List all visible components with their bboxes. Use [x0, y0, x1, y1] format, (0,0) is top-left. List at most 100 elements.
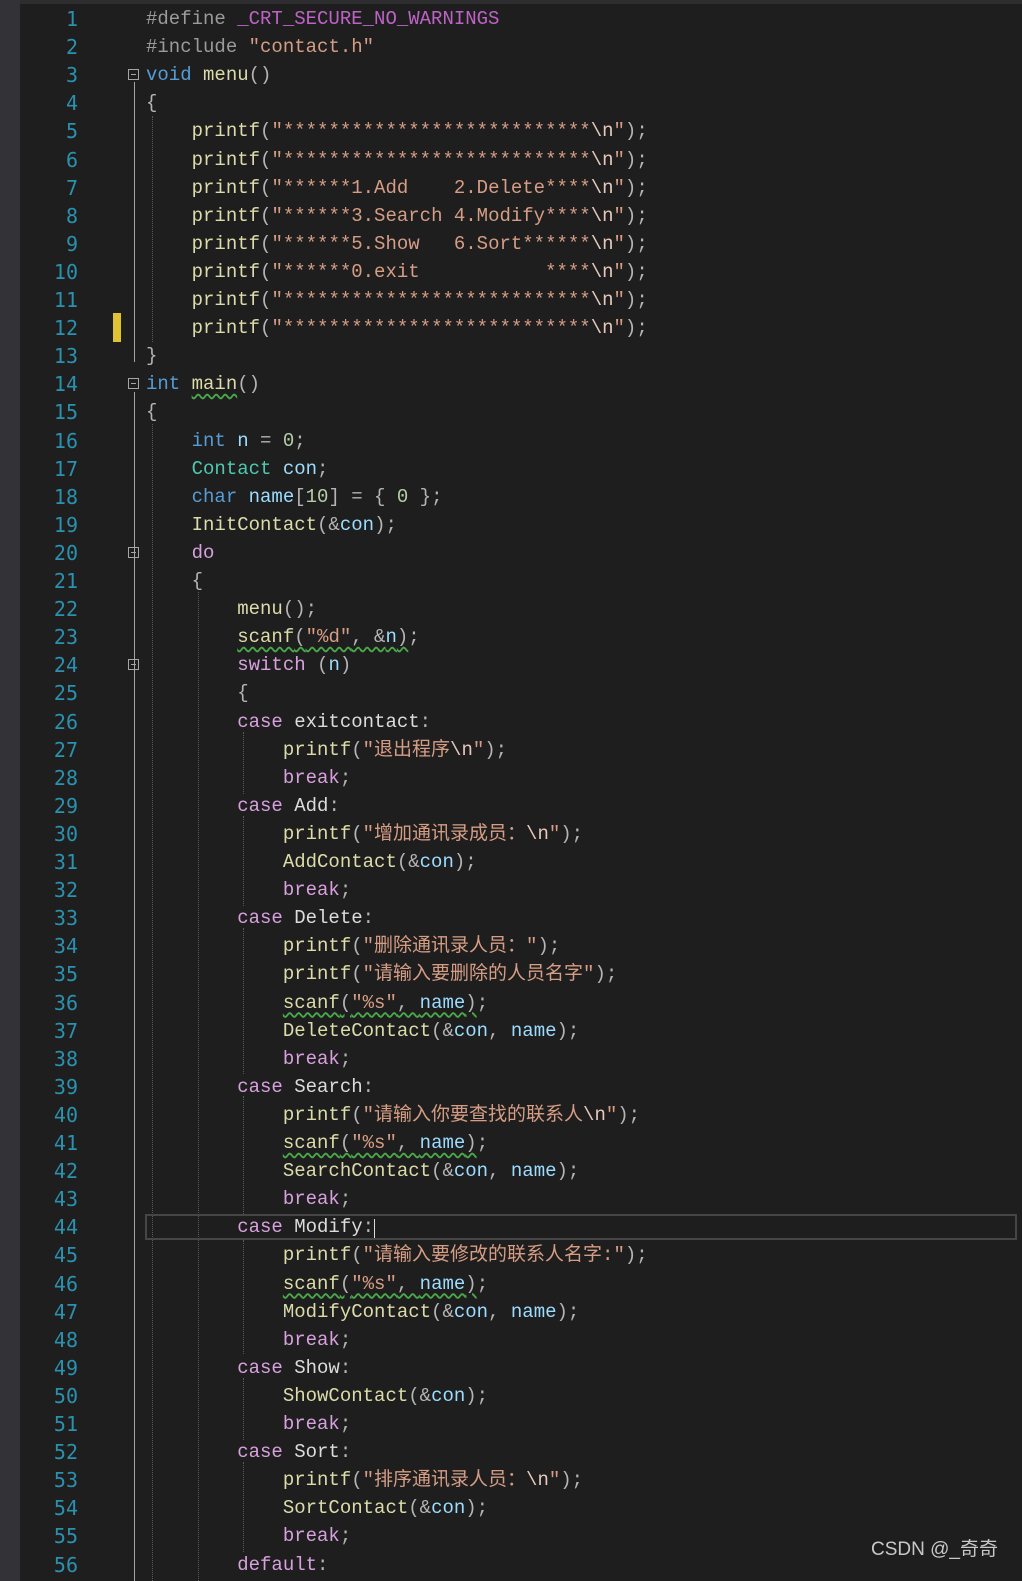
code-line[interactable]: 40 printf("请输入你要查找的联系人\n"); — [0, 1101, 1022, 1129]
code-line[interactable]: 37 DeleteContact(&con, name); — [0, 1017, 1022, 1045]
code-line[interactable]: 21 { — [0, 567, 1022, 595]
code-line[interactable]: 7 printf("******1.Add 2.Delete****\n"); — [0, 174, 1022, 202]
collapse-icon[interactable] — [128, 378, 139, 390]
code-line[interactable]: 5 printf("***************************\n"… — [0, 117, 1022, 145]
code-line[interactable]: 56 default: — [0, 1551, 1022, 1579]
code-line[interactable]: 44 case Modify: — [0, 1213, 1022, 1241]
code-text[interactable]: printf("增加通讯录成员：\n"); — [146, 820, 583, 848]
code-line[interactable]: 23 scanf("%d", &n); — [0, 623, 1022, 651]
code-line[interactable]: 48 break; — [0, 1326, 1022, 1354]
code-text[interactable]: break; — [146, 1045, 351, 1073]
code-text[interactable]: printf("***************************\n"); — [146, 286, 648, 314]
code-text[interactable]: ShowContact(&con); — [146, 1382, 488, 1410]
code-text[interactable]: case Delete: — [146, 904, 374, 932]
code-line[interactable]: 27 printf("退出程序\n"); — [0, 736, 1022, 764]
code-text[interactable]: case Show: — [146, 1354, 351, 1382]
code-text[interactable]: Contact con; — [146, 455, 329, 483]
code-line[interactable]: 24 switch (n) — [0, 651, 1022, 679]
code-text[interactable]: printf("***************************\n"); — [146, 117, 648, 145]
code-text[interactable]: printf("退出程序\n"); — [146, 736, 507, 764]
code-line[interactable]: 22 menu(); — [0, 595, 1022, 623]
code-text[interactable]: scanf("%s", name); — [146, 1129, 488, 1157]
code-line[interactable]: 42 SearchContact(&con, name); — [0, 1157, 1022, 1185]
code-line[interactable]: 13} — [0, 342, 1022, 370]
code-line[interactable]: 14 int main() — [0, 370, 1022, 398]
collapse-icon[interactable] — [128, 69, 139, 81]
code-line[interactable]: 36 scanf("%s", name); — [0, 989, 1022, 1017]
code-text[interactable]: printf("***************************\n"); — [146, 146, 648, 174]
code-text[interactable]: printf("请输入要修改的联系人名字:"); — [146, 1241, 648, 1269]
collapse-icon[interactable] — [128, 546, 139, 558]
code-line[interactable]: 11 printf("***************************\n… — [0, 286, 1022, 314]
collapse-icon[interactable] — [128, 659, 139, 671]
code-line[interactable]: 38 break; — [0, 1045, 1022, 1073]
code-line[interactable]: 47 ModifyContact(&con, name); — [0, 1298, 1022, 1326]
code-text[interactable]: printf("******1.Add 2.Delete****\n"); — [146, 174, 648, 202]
code-text[interactable]: #include "contact.h" — [146, 33, 374, 61]
code-line[interactable]: 18 char name[10] = { 0 }; — [0, 483, 1022, 511]
code-line[interactable]: 32 break; — [0, 876, 1022, 904]
code-line[interactable]: 8 printf("******3.Search 4.Modify****\n"… — [0, 202, 1022, 230]
code-line[interactable]: 52 case Sort: — [0, 1438, 1022, 1466]
code-text[interactable]: DeleteContact(&con, name); — [146, 1017, 580, 1045]
code-line[interactable]: 34 printf("删除通讯录人员："); — [0, 932, 1022, 960]
code-line[interactable]: 28 break; — [0, 764, 1022, 792]
code-text[interactable]: case exitcontact: — [146, 708, 431, 736]
code-text[interactable]: { — [146, 398, 157, 426]
code-text[interactable]: printf("请输入要删除的人员名字"); — [146, 960, 617, 988]
code-text[interactable]: break; — [146, 876, 351, 904]
code-text[interactable]: { — [146, 679, 248, 707]
code-text[interactable]: #define _CRT_SECURE_NO_WARNINGS — [146, 5, 499, 33]
code-text[interactable]: AddContact(&con); — [146, 848, 477, 876]
code-text[interactable]: char name[10] = { 0 }; — [146, 483, 443, 511]
code-line[interactable]: 41 scanf("%s", name); — [0, 1129, 1022, 1157]
code-line[interactable]: 43 break; — [0, 1185, 1022, 1213]
code-text[interactable]: int main() — [146, 370, 260, 398]
code-text[interactable]: } — [146, 342, 157, 370]
code-text[interactable]: scanf("%s", name); — [146, 1270, 488, 1298]
code-line[interactable]: 29 case Add: — [0, 792, 1022, 820]
code-line[interactable]: 30 printf("增加通讯录成员：\n"); — [0, 820, 1022, 848]
code-line[interactable]: 15 { — [0, 398, 1022, 426]
code-line[interactable]: 53 printf("排序通讯录人员：\n"); — [0, 1466, 1022, 1494]
code-text[interactable]: break; — [146, 1185, 351, 1213]
code-text[interactable]: case Add: — [146, 792, 340, 820]
code-text[interactable]: int n = 0; — [146, 427, 306, 455]
code-text[interactable]: ModifyContact(&con, name); — [146, 1298, 580, 1326]
code-line[interactable]: 50 ShowContact(&con); — [0, 1382, 1022, 1410]
code-line[interactable]: 55 break; — [0, 1522, 1022, 1550]
code-line[interactable]: 39 case Search: — [0, 1073, 1022, 1101]
code-text[interactable]: break; — [146, 764, 351, 792]
code-line[interactable]: 16 int n = 0; — [0, 427, 1022, 455]
code-text[interactable]: do — [146, 539, 215, 567]
code-text[interactable]: printf("删除通讯录人员："); — [146, 932, 560, 960]
code-text[interactable]: printf("***************************\n"); — [146, 314, 648, 342]
code-line[interactable]: 20 do — [0, 539, 1022, 567]
code-text[interactable]: SearchContact(&con, name); — [146, 1157, 580, 1185]
code-text[interactable]: break; — [146, 1410, 351, 1438]
code-text[interactable]: scanf("%s", name); — [146, 989, 488, 1017]
code-editor[interactable]: 1 #define _CRT_SECURE_NO_WARNINGS 2 #includ… — [0, 0, 1022, 1581]
code-line[interactable]: 31 AddContact(&con); — [0, 848, 1022, 876]
code-line[interactable]: 54 SortContact(&con); — [0, 1494, 1022, 1522]
code-line[interactable]: 45 printf("请输入要修改的联系人名字:"); — [0, 1241, 1022, 1269]
code-text[interactable]: case Sort: — [146, 1438, 351, 1466]
code-text[interactable]: case Modify: — [146, 1213, 374, 1241]
code-line[interactable]: 26 case exitcontact: — [0, 708, 1022, 736]
code-text[interactable]: printf("******0.exit ****\n"); — [146, 258, 648, 286]
code-line[interactable]: 3 void menu() — [0, 61, 1022, 89]
code-text[interactable]: menu(); — [146, 595, 317, 623]
code-line[interactable]: 33 case Delete: — [0, 904, 1022, 932]
code-text[interactable]: default: — [146, 1551, 328, 1579]
code-text[interactable]: { — [146, 89, 157, 117]
code-line[interactable]: 6 printf("***************************\n"… — [0, 146, 1022, 174]
code-line[interactable]: 19 InitContact(&con); — [0, 511, 1022, 539]
code-line[interactable]: 2 #include "contact.h" — [0, 33, 1022, 61]
code-line[interactable]: 51 break; — [0, 1410, 1022, 1438]
code-text[interactable]: printf("******3.Search 4.Modify****\n"); — [146, 202, 648, 230]
code-line[interactable]: 35 printf("请输入要删除的人员名字"); — [0, 960, 1022, 988]
code-text[interactable]: { — [146, 567, 203, 595]
code-text[interactable]: void menu() — [146, 61, 271, 89]
code-text[interactable]: break; — [146, 1326, 351, 1354]
code-line[interactable]: 12 printf("***************************\n… — [0, 314, 1022, 342]
